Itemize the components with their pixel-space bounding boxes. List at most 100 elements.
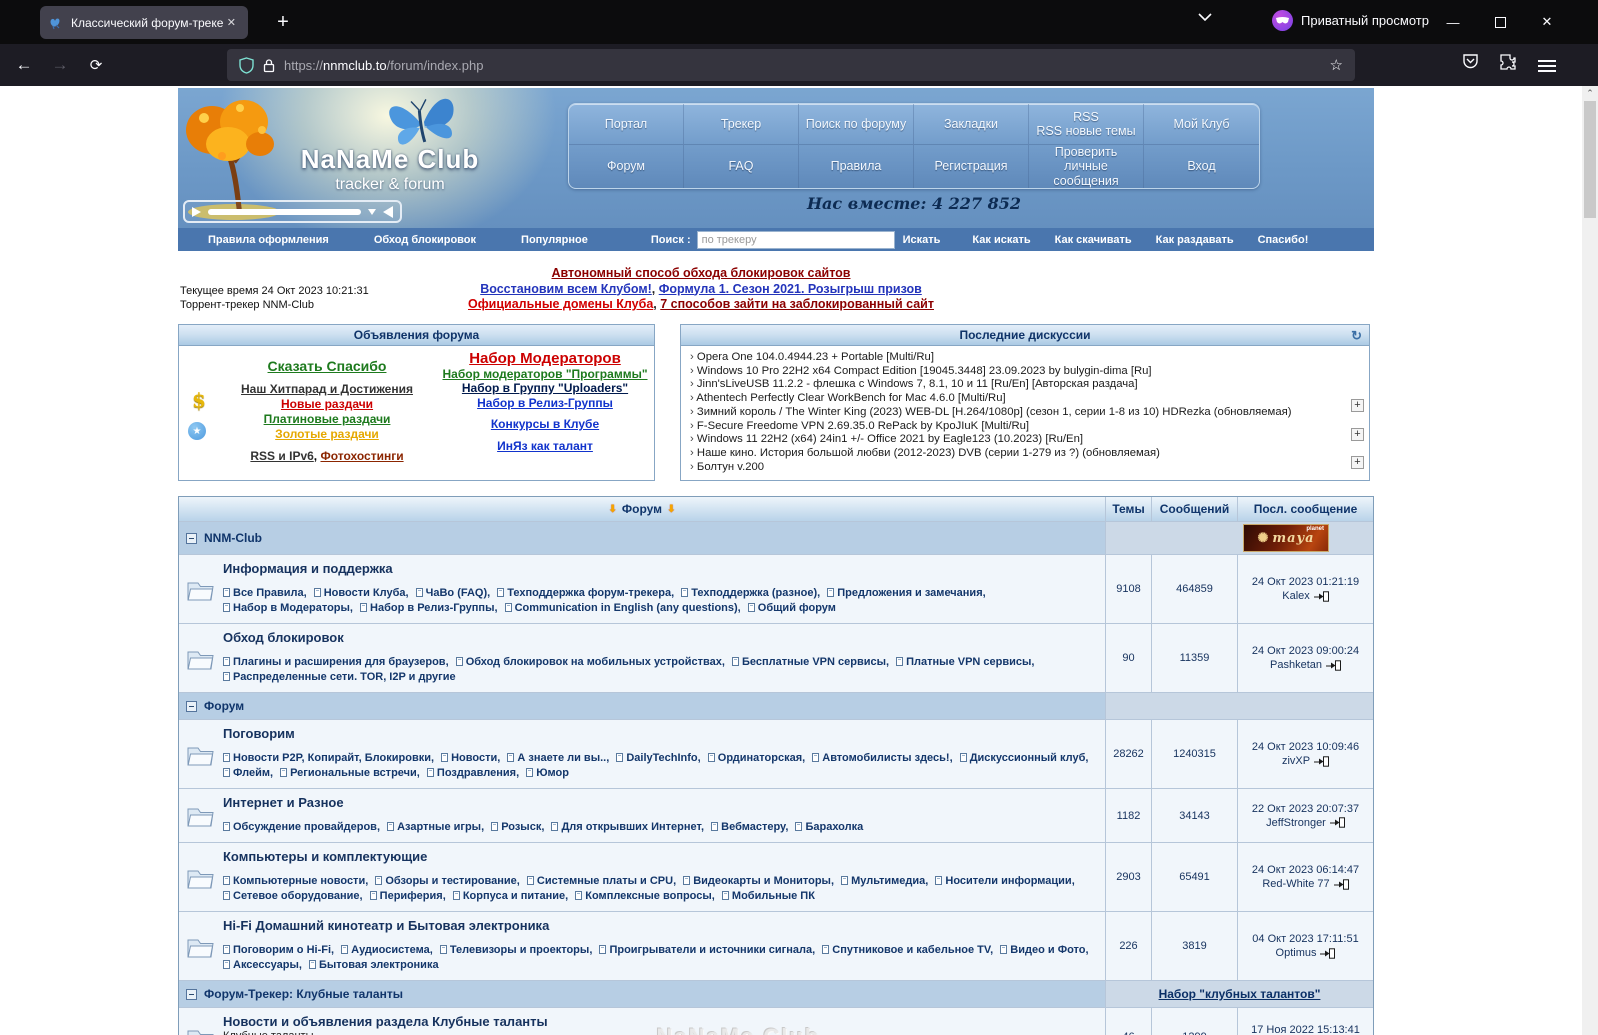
subforum-link[interactable]: Обсуждение провайдеров bbox=[223, 821, 383, 833]
subforum-link[interactable]: Флейм bbox=[223, 767, 276, 779]
expand-plus-button[interactable] bbox=[1351, 428, 1364, 441]
subforum-link[interactable]: Спутниковое и кабельное TV bbox=[822, 944, 996, 956]
discussion-link[interactable]: Болтун v.200 bbox=[697, 461, 764, 473]
subforum-link[interactable]: Предложения и замечания bbox=[827, 587, 986, 599]
address-bar[interactable]: https://nnmclub.to/forum/index.php ☆ bbox=[227, 49, 1355, 81]
discussion-link[interactable]: Athentech Perfectly Clear WorkBench for … bbox=[696, 392, 1005, 404]
subforum-link[interactable]: Новости bbox=[441, 752, 503, 764]
search-submit-button[interactable]: Искать bbox=[903, 234, 941, 246]
discussion-link[interactable]: Windows 11 22H2 (x64) 24in1 +/- Office 2… bbox=[697, 433, 1083, 445]
subforum-link[interactable]: Распределенные сети. TOR, I2P и другие bbox=[223, 671, 456, 683]
vertical-scrollbar[interactable]: ⌃ bbox=[1582, 86, 1598, 1035]
discussion-link[interactable]: Opera One 104.0.4944.23 + Portable [Mult… bbox=[697, 351, 934, 363]
subforum-link[interactable]: Носители информации bbox=[935, 875, 1075, 887]
subforum-link[interactable]: Набор в Модераторы bbox=[223, 602, 356, 614]
maya-planet-banner[interactable]: ✺ maya planet bbox=[1243, 524, 1329, 552]
announcement-link[interactable]: Новые раздачи bbox=[217, 397, 437, 412]
subforum-link[interactable]: Телевизоры и проекторы bbox=[439, 944, 595, 956]
subforum-link[interactable]: Аксессуары bbox=[223, 959, 305, 971]
announcement-link[interactable]: ИнЯз как талант bbox=[441, 439, 649, 454]
subforum-link[interactable]: Обзоры и тестирование bbox=[375, 875, 523, 887]
discussion-link[interactable]: Jinn'sLiveUSB 11.2.2 - флешка с Windows … bbox=[697, 378, 1138, 390]
expand-plus-button[interactable] bbox=[1351, 399, 1364, 412]
app-menu-icon[interactable] bbox=[1538, 57, 1556, 75]
subforum-link[interactable]: Розыск bbox=[491, 821, 547, 833]
subforum-link[interactable]: Вебмастеру bbox=[711, 821, 791, 833]
subforum-link[interactable]: Техподдержка форум-трекера bbox=[497, 587, 677, 599]
subforum-link[interactable]: Дискуссионный клуб bbox=[959, 752, 1088, 764]
scroll-up-arrow-icon[interactable]: ⌃ bbox=[1582, 86, 1598, 99]
new-tab-button[interactable]: + bbox=[268, 8, 298, 36]
expand-plus-button[interactable] bbox=[1351, 456, 1364, 469]
toolbar-link[interactable]: Спасибо! bbox=[1258, 234, 1309, 246]
extensions-icon[interactable] bbox=[1499, 53, 1517, 71]
subforum-link[interactable]: Мультимедиа bbox=[841, 875, 931, 887]
goto-latest-post-icon[interactable] bbox=[1333, 878, 1349, 890]
subforum-link[interactable]: Видео и Фото bbox=[1000, 944, 1089, 956]
goto-latest-post-icon[interactable] bbox=[1329, 817, 1345, 828]
announcement-link[interactable]: Золотые раздачи bbox=[217, 427, 437, 442]
subforum-link[interactable]: Региональные встречи bbox=[280, 767, 423, 779]
category-link[interactable]: Форум bbox=[204, 699, 244, 713]
player-dropdown-icon[interactable] bbox=[368, 208, 376, 215]
main-menu-item[interactable]: FAQ bbox=[684, 144, 799, 188]
collapse-minus-icon[interactable] bbox=[186, 988, 197, 1000]
window-minimize-button[interactable]: — bbox=[1430, 0, 1476, 44]
subforum-link[interactable]: Новости Клуба bbox=[313, 587, 412, 599]
subforum-link[interactable]: Периферия bbox=[369, 890, 449, 902]
subforum-link[interactable]: Плагины и расширения для браузеров bbox=[223, 656, 452, 668]
toolbar-link[interactable]: Популярное bbox=[521, 234, 588, 246]
announcement-link[interactable]: Набор Модераторов bbox=[441, 351, 649, 367]
tab-close-icon[interactable]: ✕ bbox=[223, 14, 240, 31]
subforum-link[interactable]: Все Правила bbox=[223, 587, 310, 599]
goto-latest-post-icon[interactable] bbox=[1314, 755, 1330, 767]
main-menu-item[interactable]: Поиск по форуму bbox=[799, 104, 914, 145]
subforum-link[interactable]: Проигрыватели и источники сигнала bbox=[599, 944, 818, 956]
subforum-link[interactable]: Платные VPN сервисы bbox=[896, 656, 1034, 668]
announcement-link[interactable]: Фотохостинги bbox=[320, 449, 403, 463]
notice-link[interactable]: Автономный способ обхода блокировок сайт… bbox=[552, 266, 851, 280]
tracking-shield-icon[interactable] bbox=[239, 56, 254, 74]
subforum-link[interactable]: Видеокарты и Мониторы bbox=[683, 875, 837, 887]
last-post-user-link[interactable]: Pashketan bbox=[1270, 658, 1322, 672]
announcement-link[interactable]: Платиновые раздачи bbox=[217, 412, 437, 427]
subforum-link[interactable]: Системные платы и CPU bbox=[526, 875, 679, 887]
goto-latest-post-icon[interactable] bbox=[1313, 590, 1329, 602]
last-post-user-link[interactable]: JeffStronger bbox=[1266, 816, 1326, 830]
main-menu-item[interactable]: Проверить личные сообщения bbox=[1029, 144, 1144, 188]
subforum-link[interactable]: А знаете ли вы.. bbox=[507, 752, 612, 764]
volume-icon[interactable] bbox=[383, 205, 393, 218]
subforum-link[interactable]: Мобильные ПК bbox=[721, 890, 815, 902]
scrollbar-thumb[interactable] bbox=[1584, 101, 1596, 218]
subforum-link[interactable]: Набор в Релиз-Группы bbox=[360, 602, 501, 614]
notice-link[interactable]: Формула 1. Сезон 2021. Розыгрыш призов bbox=[659, 282, 922, 296]
site-logo[interactable]: NaNaMe Club tracker & forum bbox=[270, 144, 510, 194]
club-talents-recruit-link[interactable]: Набор "клубных талантов" bbox=[1159, 987, 1321, 1001]
announcement-link[interactable]: RSS и IPv6 bbox=[250, 449, 313, 463]
refresh-icon[interactable]: ↻ bbox=[1351, 328, 1362, 344]
forum-title-link[interactable]: Обход блокировок bbox=[223, 630, 1097, 645]
subforum-link[interactable]: ЧаВо (FAQ) bbox=[415, 587, 493, 599]
subforum-link[interactable]: Общий форум bbox=[747, 602, 836, 614]
collapse-minus-icon[interactable] bbox=[186, 532, 197, 544]
reload-button[interactable]: ⟳ bbox=[82, 52, 110, 78]
announcement-link[interactable]: Набор в Группу "Uploaders" bbox=[441, 381, 649, 396]
main-menu-item[interactable]: Вход bbox=[1144, 145, 1259, 188]
lock-icon[interactable] bbox=[263, 58, 275, 73]
announcement-link[interactable]: Сказать Спасибо bbox=[217, 359, 437, 374]
subforum-link[interactable]: Компьютерные новости bbox=[223, 875, 371, 887]
announcement-link[interactable]: Конкурсы в Клубе bbox=[441, 417, 649, 432]
subforum-link[interactable]: Юмор bbox=[526, 767, 569, 779]
toolbar-link[interactable]: Как скачивать bbox=[1055, 234, 1132, 246]
category-link[interactable]: NNM-Club bbox=[204, 531, 262, 545]
goto-latest-post-icon[interactable] bbox=[1320, 947, 1336, 959]
discussion-link[interactable]: Windows 10 Pro 22H2 x64 Compact Edition … bbox=[697, 365, 1152, 377]
play-icon[interactable] bbox=[192, 206, 201, 217]
announcement-link[interactable]: Набор модераторов "Программы" bbox=[441, 367, 649, 382]
window-close-button[interactable]: ✕ bbox=[1524, 0, 1570, 44]
subforum-link[interactable]: Азартные игры bbox=[387, 821, 487, 833]
discussion-link[interactable]: Наше кино. История большой любви (2012-2… bbox=[697, 447, 1160, 459]
last-post-user-link[interactable]: Optimus bbox=[1276, 946, 1317, 960]
notice-link[interactable]: 7 способов зайти на заблокированный сайт bbox=[660, 297, 934, 311]
subforum-link[interactable]: Ординаторская bbox=[707, 752, 808, 764]
